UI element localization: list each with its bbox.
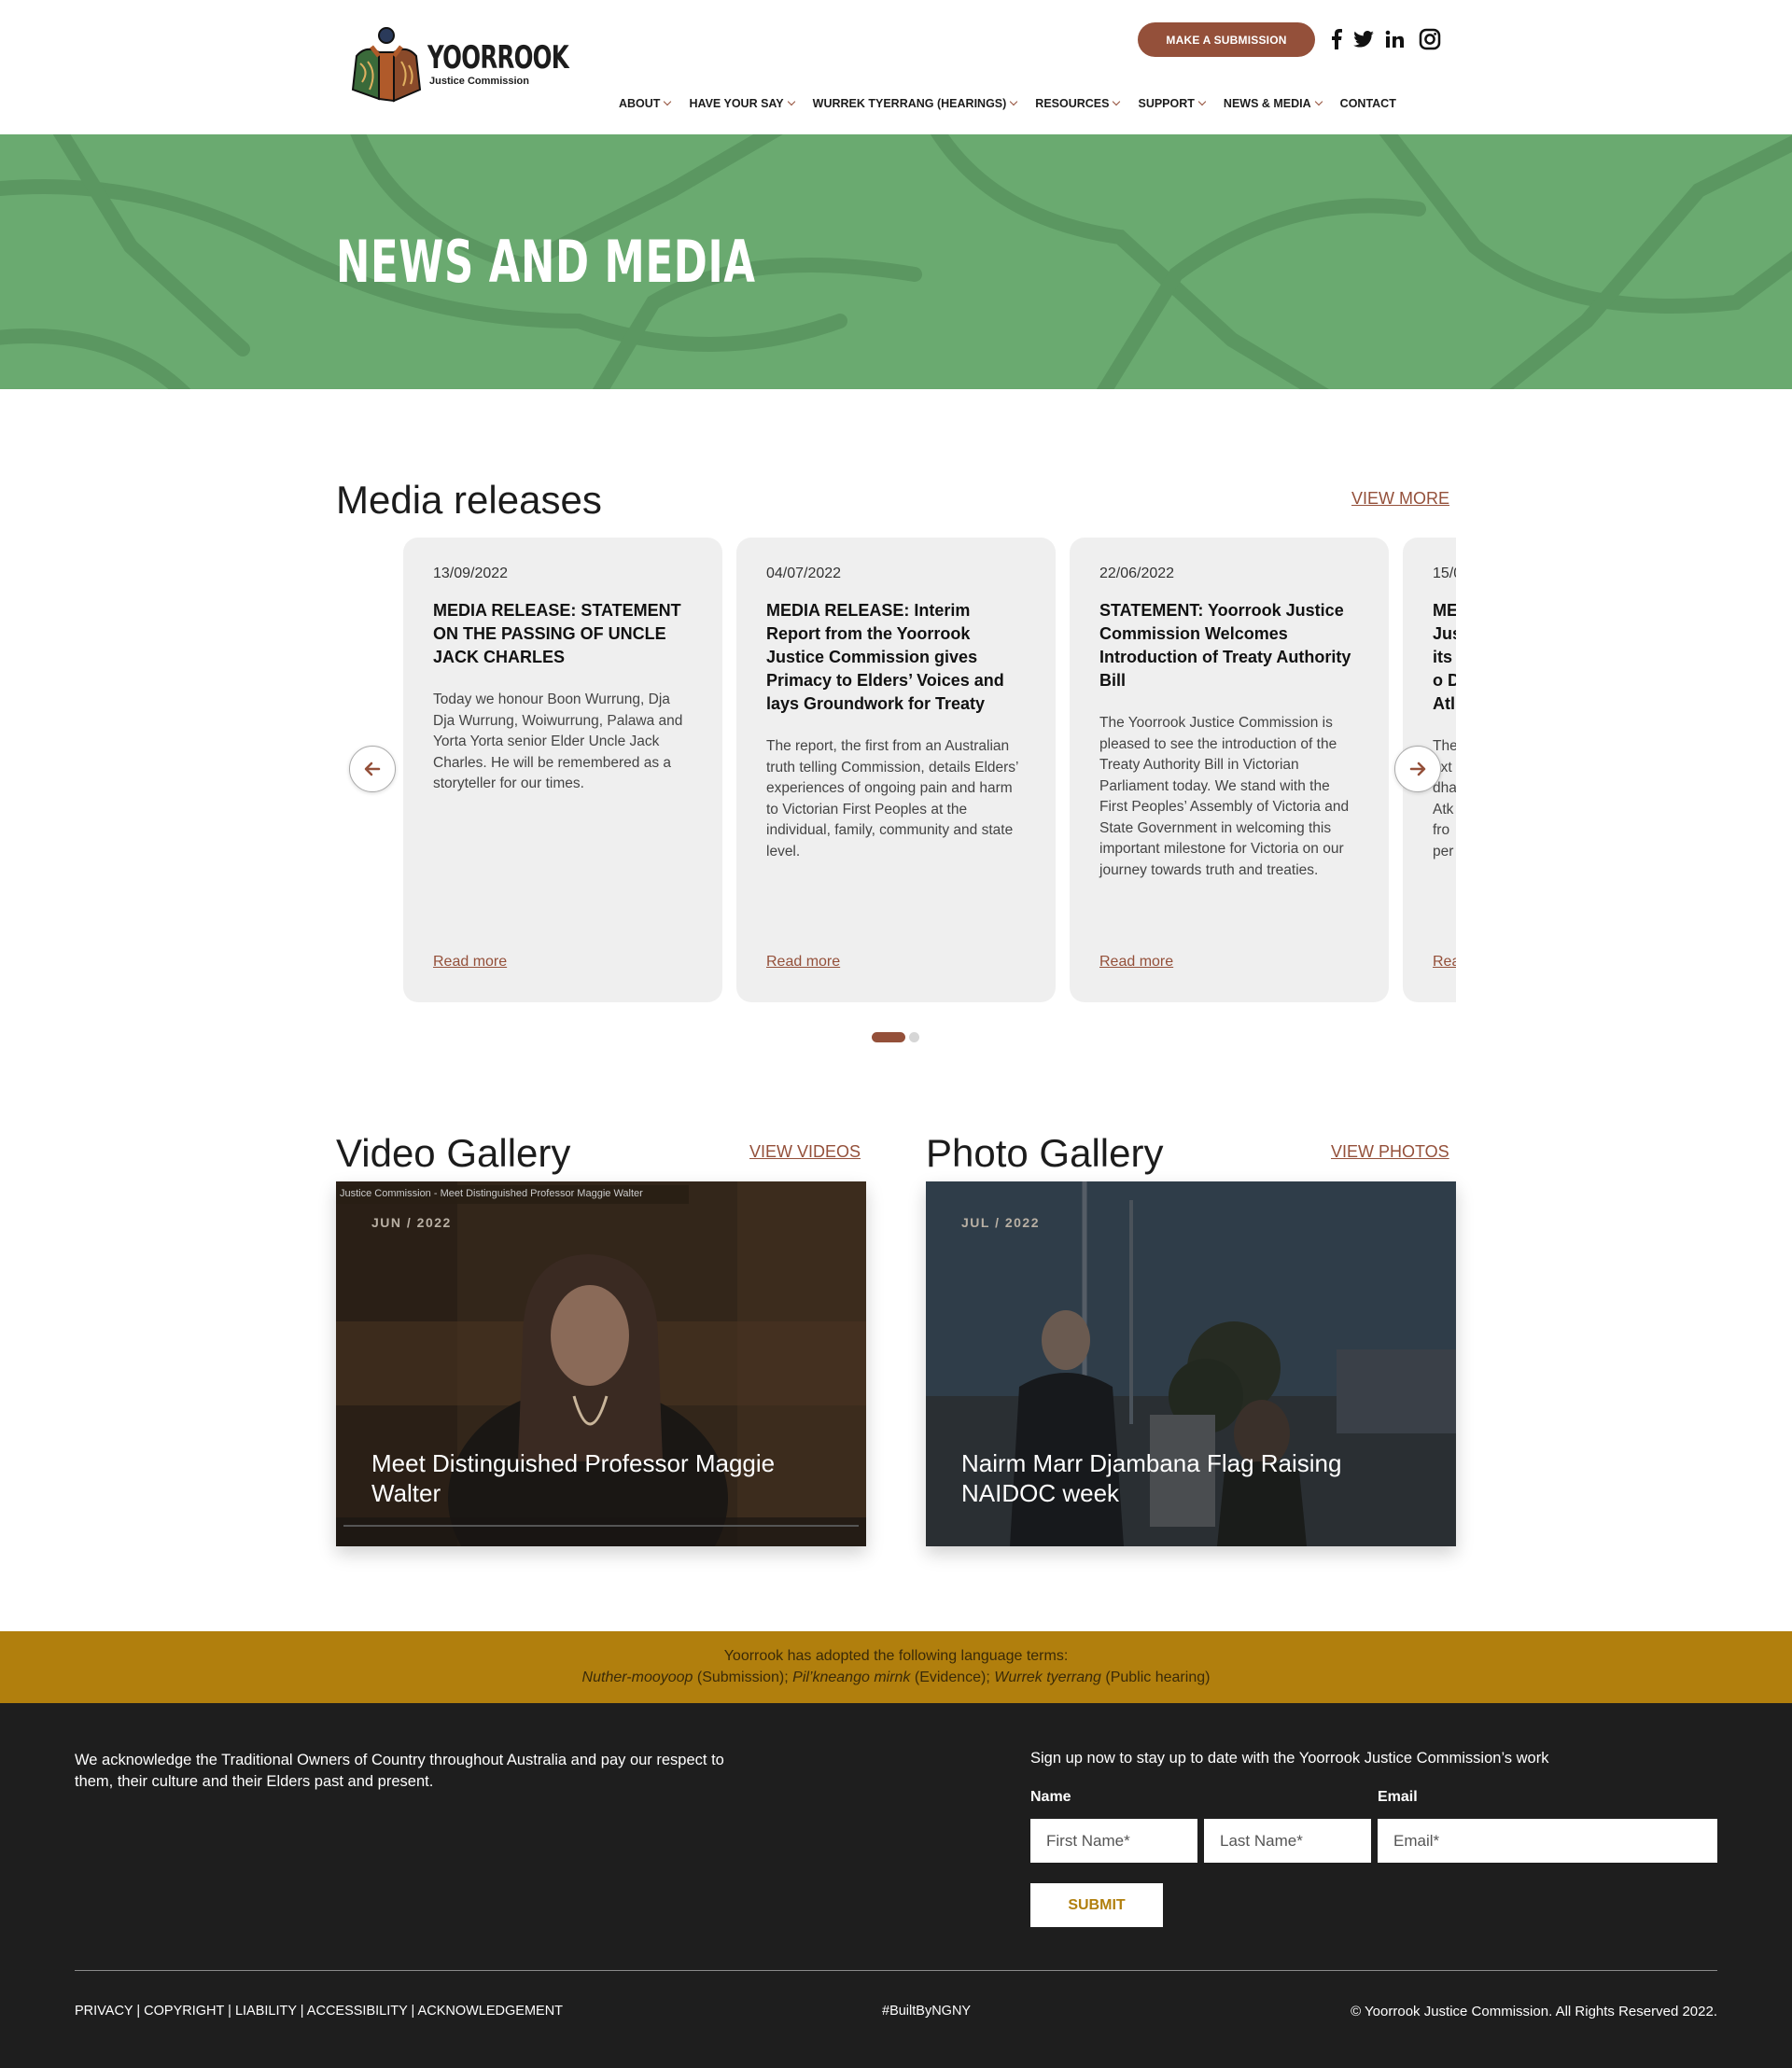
media-release-card: 13/09/2022 MEDIA RELEASE: STATEMENT ON T… [403,538,722,1002]
page-title: NEWS AND MEDIA [336,228,756,296]
footer-divider [75,1970,1717,1971]
term-public-hearing: Wurrek tyerrang [994,1670,1101,1685]
carousel-pagination [872,1032,919,1042]
read-more-link[interactable]: Read more [1099,954,1173,971]
term-submission: Nuther-mooyoop [581,1670,693,1685]
copyright-text: © Yoorrook Justice Commission. All Right… [1351,2004,1717,2019]
media-release-card: 22/06/2022 STATEMENT: Yoorrook Justice C… [1070,538,1389,1002]
copyright-link[interactable]: COPYRIGHT [144,2004,224,2019]
email-field[interactable] [1378,1819,1717,1863]
site-header: YOORROOK Justice Commission MAKE A SUBMI… [0,0,1792,134]
accessibility-link[interactable]: ACCESSIBILITY [307,2004,408,2019]
gallery-caption: Meet Distinguished Professor Maggie Walt… [371,1449,776,1507]
media-releases-carousel: 13/09/2022 MEDIA RELEASE: STATEMENT ON T… [403,538,1456,1002]
logo-subtitle: Justice Commission [429,76,529,87]
arrow-right-icon [1409,762,1426,776]
chevron-down-icon [1113,97,1121,106]
card-title: STATEMENT: Yoorrook Justice Commission W… [1099,601,1351,690]
newsletter-heading: Sign up now to stay up to date with the … [1030,1750,1549,1767]
photo-gallery-card[interactable]: JUL / 2022 Nairm Marr Djambana Flag Rais… [926,1181,1456,1546]
arrow-left-icon [364,762,381,776]
nav-item-news-media[interactable]: NEWS & MEDIA [1224,93,1323,114]
name-label: Name [1030,1789,1071,1805]
nav-item-resources[interactable]: RESOURCES [1035,93,1121,114]
card-excerpt: The Yoorrook Justice Commission is pleas… [1099,715,1350,878]
card-date: 22/06/2022 [1099,566,1175,581]
instagram-icon[interactable] [1417,26,1443,52]
logo-wordmark: YOORROOK [427,39,569,77]
twitter-icon[interactable] [1351,26,1376,52]
chevron-down-icon [664,97,672,106]
privacy-link[interactable]: PRIVACY [75,2004,133,2019]
chevron-down-icon [1197,97,1207,106]
language-terms-intro: Yoorrook has adopted the following langu… [723,1648,1069,1664]
newsletter-submit-button[interactable]: SUBMIT [1030,1883,1163,1927]
page-hero-banner: NEWS AND MEDIA [0,134,1792,389]
term-definition: (Evidence); [910,1670,995,1685]
card-excerpt: The report, the first from an Australian… [766,738,1018,859]
logo-mark-icon [351,27,422,103]
card-date: 04/07/2022 [766,566,842,581]
video-gallery-heading: Video Gallery [336,1131,571,1175]
chevron-down-icon [787,97,795,106]
card-title: MEDIA RELEASE: Interim Report from the Y… [766,601,1004,713]
facebook-icon[interactable] [1329,26,1344,52]
built-by-link[interactable]: #BuiltByNGNY [882,2004,971,2019]
card-title: ME Jus its Co Dh Atl [1433,601,1456,713]
first-name-field[interactable] [1030,1819,1197,1863]
carousel-prev-button[interactable] [349,746,396,792]
language-terms-banner: Yoorrook has adopted the following langu… [0,1631,1792,1703]
make-submission-button[interactable]: MAKE A SUBMISSION [1138,22,1315,57]
hero-pattern [0,134,1792,389]
card-excerpt: Today we honour Boon Wurrung, Dja Dja Wu… [433,692,683,791]
acknowledgement-link[interactable]: ACKNOWLEDGEMENT [418,2004,564,2019]
read-more-link[interactable]: Rea [1433,954,1456,971]
site-footer: We acknowledge the Traditional Owners of… [0,1703,1792,2068]
photo-gallery-heading: Photo Gallery [926,1131,1164,1175]
term-definition: (Submission); [693,1670,793,1685]
read-more-link[interactable]: Read more [766,954,840,971]
language-terms-list: Nuther-mooyoop (Submission); Pil’kneango… [0,1667,1792,1688]
main-nav: ABOUT HAVE YOUR SAY WURREK TYERRANG (HEA… [619,93,1415,114]
email-label: Email [1378,1789,1418,1805]
view-more-link[interactable]: VIEW MORE [1351,489,1449,509]
card-date: 13/09/2022 [433,566,509,581]
carousel-next-button[interactable] [1394,746,1441,792]
media-release-card: 04/07/2022 MEDIA RELEASE: Interim Report… [736,538,1056,1002]
last-name-field[interactable] [1204,1819,1371,1863]
video-title-bar: Justice Commission - Meet Distinguished … [336,1185,689,1204]
video-gallery-card[interactable]: Justice Commission - Meet Distinguished … [336,1181,866,1546]
media-releases-heading: Media releases [336,478,602,522]
gallery-date: JUN / 2022 [371,1215,452,1230]
carousel-dot[interactable] [909,1032,919,1042]
carousel-dot-active[interactable] [872,1032,905,1042]
nav-item-support[interactable]: SUPPORT [1138,93,1207,114]
gallery-caption: Nairm Marr Djambana Flag Raising NAIDOC … [961,1449,1342,1507]
card-date: 15/0 [1433,566,1456,581]
term-evidence: Pil’kneango mirnk [792,1670,911,1685]
acknowledgement-text: We acknowledge the Traditional Owners of… [75,1752,724,1790]
linkedin-icon[interactable] [1383,26,1406,52]
chevron-down-icon [1010,97,1018,106]
view-photos-link[interactable]: VIEW PHOTOS [1331,1142,1449,1162]
read-more-link[interactable]: Read more [433,954,507,971]
card-title: MEDIA RELEASE: STATEMENT ON THE PASSING … [433,601,681,666]
nav-item-about[interactable]: ABOUT [619,93,672,114]
gallery-date: JUL / 2022 [961,1215,1041,1230]
term-definition: (Public hearing) [1100,1670,1211,1685]
site-logo[interactable]: YOORROOK Justice Commission [347,24,569,106]
legal-links: PRIVACY | COPYRIGHT | LIABILITY | ACCESS… [75,2004,564,2019]
liability-link[interactable]: LIABILITY [235,2004,297,2019]
nav-item-have-your-say[interactable]: HAVE YOUR SAY [689,93,795,114]
nav-item-contact[interactable]: CONTACT [1340,93,1396,114]
view-videos-link[interactable]: VIEW VIDEOS [749,1142,861,1162]
nav-item-hearings[interactable]: WURREK TYERRANG (HEARINGS) [813,93,1018,114]
chevron-down-icon [1314,97,1323,106]
